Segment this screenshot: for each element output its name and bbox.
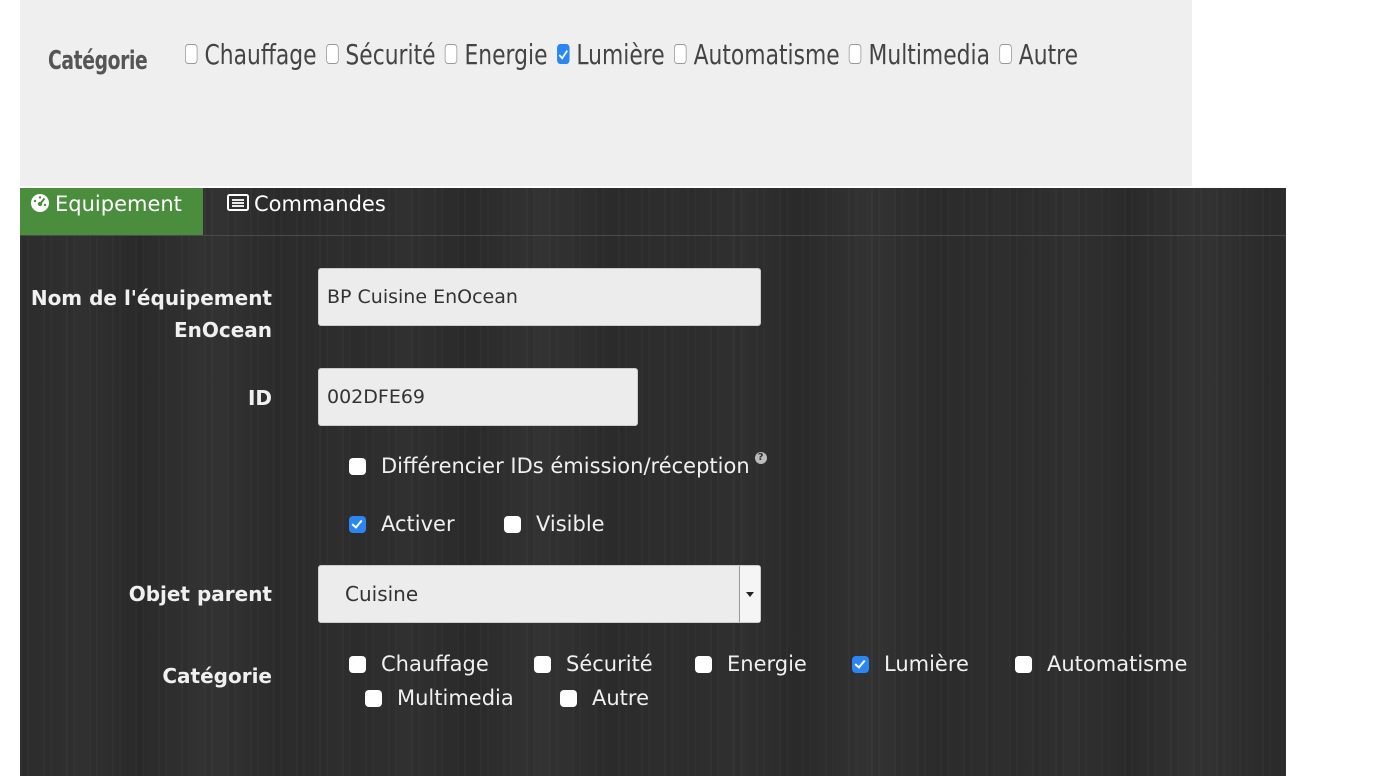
- list-icon: [227, 192, 249, 218]
- parent-select-value: Cuisine: [345, 582, 419, 606]
- help-icon[interactable]: ?: [754, 452, 767, 464]
- tab-label: Commandes: [254, 192, 386, 216]
- checkbox[interactable]: [444, 44, 458, 64]
- tab-equipement[interactable]: Equipement: [20, 188, 203, 235]
- checkbox[interactable]: [999, 44, 1012, 64]
- name-label-line1: Nom de l'équipement: [30, 286, 272, 310]
- checkbox-checked[interactable]: [349, 515, 366, 533]
- top-category-label: Catégorie: [48, 46, 148, 76]
- diff-ids-checkbox-row[interactable]: Différencier IDs émission/réception ?: [349, 452, 767, 478]
- parent-select[interactable]: Cuisine: [318, 565, 761, 623]
- checkbox[interactable]: [849, 44, 862, 64]
- visible-label: Visible: [536, 512, 605, 536]
- category-option-label: Multimedia: [397, 686, 514, 710]
- checkbox[interactable]: [365, 689, 382, 707]
- tab-commandes[interactable]: Commandes: [227, 188, 386, 235]
- option-label: Automatisme: [693, 37, 840, 71]
- checkbox[interactable]: [695, 655, 712, 673]
- top-option-lumiere[interactable]: Lumière: [556, 37, 665, 71]
- category-option-label: Chauffage: [381, 652, 489, 676]
- top-option-chauffage[interactable]: Chauffage: [185, 38, 317, 71]
- tab-bar: Equipement Commandes: [20, 188, 1286, 236]
- visible-checkbox-row[interactable]: Visible: [504, 512, 605, 536]
- option-label: Multimedia: [868, 37, 990, 71]
- option-label: Lumière: [576, 37, 665, 71]
- chevron-down-icon[interactable]: [739, 566, 760, 622]
- checkbox[interactable]: [185, 44, 198, 64]
- category-option-label: Lumière: [884, 652, 969, 676]
- checkbox[interactable]: [325, 44, 339, 64]
- top-option-autre[interactable]: Autre: [999, 38, 1078, 71]
- diff-ids-label: Différencier IDs émission/réception: [381, 454, 750, 478]
- id-label: ID: [247, 386, 272, 410]
- category-securite[interactable]: Sécurité: [534, 652, 653, 676]
- category-energie[interactable]: Energie: [695, 652, 807, 676]
- category-chauffage[interactable]: Chauffage: [349, 652, 489, 676]
- checkbox[interactable]: [504, 515, 521, 533]
- category-autre[interactable]: Autre: [560, 686, 649, 710]
- option-label: Autre: [1018, 37, 1079, 71]
- activer-checkbox-row[interactable]: Activer: [349, 512, 455, 536]
- name-label-line2: EnOcean: [173, 318, 272, 342]
- top-category-panel: Catégorie Chauffage Sécurité Energie Lum…: [20, 0, 1192, 186]
- top-option-multimedia[interactable]: Multimedia: [849, 38, 990, 71]
- checkbox[interactable]: [1015, 655, 1032, 673]
- category-label: Catégorie: [162, 664, 272, 688]
- checkbox[interactable]: [560, 689, 577, 707]
- equipment-panel: Equipement Commandes Nom de l'équipement…: [20, 188, 1286, 776]
- parent-label: Objet parent: [128, 582, 272, 606]
- id-input[interactable]: 002DFE69: [318, 368, 638, 426]
- category-multimedia[interactable]: Multimedia: [365, 686, 514, 710]
- name-label: Nom de l'équipement EnOcean: [31, 282, 272, 346]
- option-label: Chauffage: [204, 37, 317, 71]
- category-option-label: Autre: [592, 686, 650, 710]
- tab-label: Equipement: [55, 192, 182, 216]
- checkbox-checked[interactable]: [852, 655, 869, 673]
- top-option-automatisme[interactable]: Automatisme: [674, 38, 840, 71]
- top-option-securite[interactable]: Sécurité: [325, 37, 436, 71]
- option-label: Energie: [464, 37, 548, 71]
- checkbox[interactable]: [349, 457, 366, 475]
- checkbox[interactable]: [349, 655, 366, 673]
- option-label: Sécurité: [345, 37, 436, 71]
- category-option-label: Sécurité: [566, 652, 653, 676]
- top-option-energie[interactable]: Energie: [444, 37, 548, 71]
- category-lumiere[interactable]: Lumière: [852, 652, 969, 676]
- activer-label: Activer: [381, 512, 455, 536]
- name-input[interactable]: BP Cuisine EnOcean: [318, 268, 761, 326]
- category-option-label: Automatisme: [1047, 652, 1188, 676]
- category-option-label: Energie: [727, 652, 807, 676]
- checkbox[interactable]: [534, 655, 551, 673]
- dashboard-icon: [30, 192, 50, 218]
- category-automatisme[interactable]: Automatisme: [1015, 652, 1187, 676]
- top-category-options: Chauffage Sécurité Energie Lumière Autom…: [185, 34, 1087, 74]
- checkbox-checked[interactable]: [556, 44, 570, 64]
- checkbox[interactable]: [674, 44, 687, 64]
